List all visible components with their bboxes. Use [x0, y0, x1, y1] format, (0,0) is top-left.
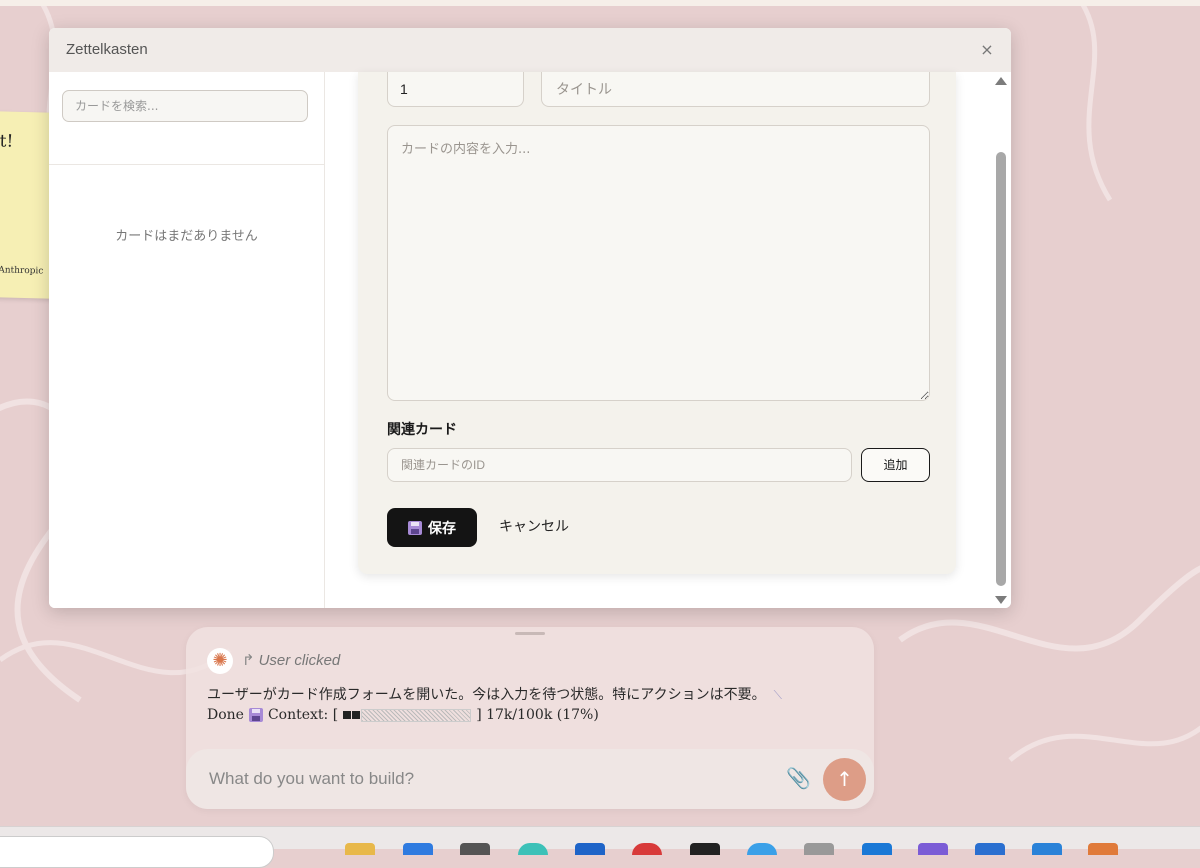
paperclip-icon[interactable]: 📎	[786, 766, 811, 792]
assistant-message-text: ユーザーがカード作成フォームを開いた。今は入力を待つ状態。特にアクションは不要。	[207, 687, 766, 703]
event-label-text: User clicked	[258, 652, 341, 669]
chat-input-area: 📎 ↑	[186, 749, 874, 809]
context-bar-empty	[361, 708, 472, 722]
cancel-button[interactable]: キャンセル	[499, 516, 569, 536]
chat-input[interactable]	[207, 763, 771, 795]
floppy-disk-icon	[248, 708, 263, 722]
taskbar	[0, 826, 1200, 868]
add-related-button[interactable]: 追加	[861, 448, 930, 482]
context-bar-filled	[343, 711, 352, 719]
taskbar-app-icon[interactable]	[403, 843, 433, 855]
card-form: 関連カード 追加 保存 キャンセル	[358, 72, 956, 574]
window-title: Zettelkasten	[66, 41, 148, 58]
send-button[interactable]: ↑	[823, 758, 866, 801]
taskbar-app-icon[interactable]	[518, 843, 548, 855]
scroll-down-arrow-icon[interactable]	[995, 596, 1007, 604]
taskbar-app-icon[interactable]	[862, 843, 892, 855]
scroll-up-arrow-icon[interactable]	[995, 77, 1007, 85]
context-tail: ] 17k/100k (17%)	[476, 707, 599, 723]
save-button-label: 保存	[428, 520, 456, 537]
empty-cards-message: カードはまだありません	[115, 229, 258, 244]
status-line: Done Context: [ ] 17k/100k (17%)	[207, 707, 599, 723]
claude-logo-icon: ✺	[207, 648, 233, 674]
taskbar-app-icon[interactable]	[632, 843, 662, 855]
save-button[interactable]: 保存	[387, 508, 477, 547]
taskbar-app-icon[interactable]	[1032, 843, 1062, 855]
taskbar-app-icon[interactable]	[1088, 843, 1118, 855]
sticky-note-text: t!	[0, 131, 14, 152]
close-icon[interactable]: ×	[977, 40, 997, 60]
event-label: ↱ User clicked	[242, 651, 340, 669]
sticky-note-signature: Anthropic	[0, 265, 44, 277]
taskbar-app-icon[interactable]	[460, 843, 490, 855]
floppy-disk-icon	[408, 520, 422, 535]
top-strip	[0, 0, 1200, 6]
chat-drag-handle[interactable]	[515, 632, 545, 635]
zettelkasten-window: Zettelkasten × カードはまだありません 関連カード 追加 保存 キ…	[49, 28, 1011, 608]
card-id-input[interactable]	[387, 72, 524, 107]
window-scrollbar[interactable]	[991, 72, 1011, 608]
related-cards-label: 関連カード	[387, 422, 457, 438]
taskbar-app-icon[interactable]	[804, 843, 834, 855]
scrollbar-thumb[interactable]	[996, 152, 1006, 586]
taskbar-app-icon[interactable]	[575, 843, 605, 855]
chat-panel: ✺ ↱ User clicked ユーザーがカード作成フォームを開いた。今は入力を…	[186, 627, 874, 809]
taskbar-app-icon[interactable]	[690, 843, 720, 855]
card-search-input[interactable]	[62, 90, 308, 122]
reply-arrow-icon: ↱	[242, 652, 255, 669]
taskbar-app-icon[interactable]	[918, 843, 948, 855]
taskbar-search[interactable]	[0, 836, 274, 868]
taskbar-app-icon[interactable]	[747, 843, 777, 855]
assistant-message: ユーザーがカード作成フォームを開いた。今は入力を待つ状態。特にアクションは不要。…	[207, 684, 782, 704]
done-label: Done	[207, 707, 244, 723]
card-sidebar: カードはまだありません	[49, 72, 325, 608]
window-titlebar[interactable]: Zettelkasten ×	[49, 28, 1011, 73]
card-title-input[interactable]	[541, 72, 930, 107]
card-content-textarea[interactable]	[387, 125, 930, 401]
taskbar-app-icon[interactable]	[975, 843, 1005, 855]
related-card-id-input[interactable]	[387, 448, 852, 482]
taskbar-app-icon[interactable]	[345, 843, 375, 855]
card-editor-area: 関連カード 追加 保存 キャンセル	[325, 72, 991, 608]
context-usage-bar	[343, 708, 472, 722]
tool-icon: ⟍	[773, 688, 783, 702]
context-bar-filled	[352, 711, 361, 719]
sidebar-search-area	[49, 72, 324, 165]
context-label: Context: [	[267, 707, 339, 723]
